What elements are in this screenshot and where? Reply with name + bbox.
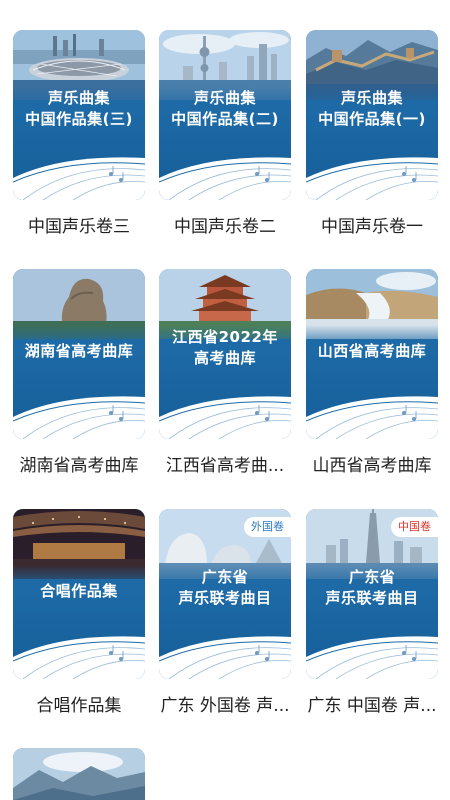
cover-title-line1: 广东省 — [348, 568, 396, 586]
songbook-cover[interactable]: 中国卷 广东省 声乐联考曲目 — [306, 509, 438, 679]
cover-title: 合唱作品集 — [13, 581, 145, 602]
staff-waves-icon — [13, 396, 145, 439]
staff-waves-icon — [159, 636, 291, 679]
cover-title-line1: 广东省 — [201, 568, 249, 586]
cover-title-line2: 声乐联考曲目 — [325, 589, 419, 607]
songbook-cover[interactable]: 山西省高考曲库 — [306, 269, 438, 439]
staff-waves-icon — [306, 396, 438, 439]
cover-title-line2: 中国作品集(二) — [171, 110, 279, 128]
cover-title-line1: 声乐曲集 — [47, 89, 110, 107]
songbook-cover[interactable]: 外国卷 广东省 声乐联考曲目 — [159, 509, 291, 679]
cover-title: 湖南省高考曲库 — [13, 341, 145, 362]
songbook-caption: 江西省高考曲... — [165, 456, 285, 476]
foreign-volume-badge: 外国卷 — [244, 517, 291, 537]
cover-title-line1: 合唱作品集 — [40, 582, 118, 600]
songbook-caption: 中国声乐卷一 — [321, 217, 423, 237]
songbook-caption: 中国声乐卷三 — [28, 217, 130, 237]
songbook-grid: 声乐曲集 中国作品集(三) 中国声乐卷三 声乐曲集 中国作品集(二) 中国声乐卷… — [0, 0, 450, 800]
songbook-caption: 合唱作品集 — [36, 696, 122, 716]
songbook-caption: 湖南省高考曲库 — [19, 456, 139, 476]
staff-waves-icon — [13, 157, 145, 200]
songbook-cover[interactable]: 声乐曲集 中国作品集(三) — [13, 30, 145, 200]
staff-waves-icon — [159, 396, 291, 439]
cover-title-line1: 声乐曲集 — [193, 89, 256, 107]
cover-title: 声乐曲集 中国作品集(二) — [159, 88, 291, 130]
staff-waves-icon — [159, 157, 291, 200]
songbook-cover[interactable]: 合唱作品集 — [13, 509, 145, 679]
cover-title: 广东省 声乐联考曲目 — [306, 567, 438, 609]
staff-waves-icon — [306, 157, 438, 200]
cover-title-line2: 中国作品集(一) — [318, 110, 426, 128]
cover-title: 广东省 声乐联考曲目 — [159, 567, 291, 609]
songbook-caption: 广东 外国卷 声... — [160, 696, 290, 716]
cover-title-line1: 山西省高考曲库 — [317, 342, 427, 360]
cover-title-line2: 高考曲库 — [193, 349, 256, 367]
cover-title-line1: 江西省2022年 — [172, 328, 278, 346]
cover-title: 声乐曲集 中国作品集(一) — [306, 88, 438, 130]
cover-title-line1: 声乐曲集 — [340, 89, 403, 107]
mountains-photo — [13, 748, 145, 800]
songbook-cover[interactable] — [13, 748, 145, 800]
staff-waves-icon — [306, 636, 438, 679]
cover-title: 江西省2022年 高考曲库 — [159, 327, 291, 369]
cover-title: 声乐曲集 中国作品集(三) — [13, 88, 145, 130]
cover-title-line2: 中国作品集(三) — [25, 110, 133, 128]
staff-waves-icon — [13, 636, 145, 679]
china-volume-badge: 中国卷 — [391, 517, 438, 537]
songbook-cover[interactable]: 江西省2022年 高考曲库 — [159, 269, 291, 439]
songbook-caption: 广东 中国卷 声... — [307, 696, 437, 716]
songbook-cover[interactable]: 声乐曲集 中国作品集(一) — [306, 30, 438, 200]
cover-title: 山西省高考曲库 — [306, 341, 438, 362]
songbook-cover[interactable]: 湖南省高考曲库 — [13, 269, 145, 439]
cover-title-line1: 湖南省高考曲库 — [24, 342, 134, 360]
cover-title-line2: 声乐联考曲目 — [178, 589, 272, 607]
songbook-caption: 山西省高考曲库 — [312, 456, 432, 476]
songbook-cover[interactable]: 声乐曲集 中国作品集(二) — [159, 30, 291, 200]
songbook-caption: 中国声乐卷二 — [174, 217, 276, 237]
